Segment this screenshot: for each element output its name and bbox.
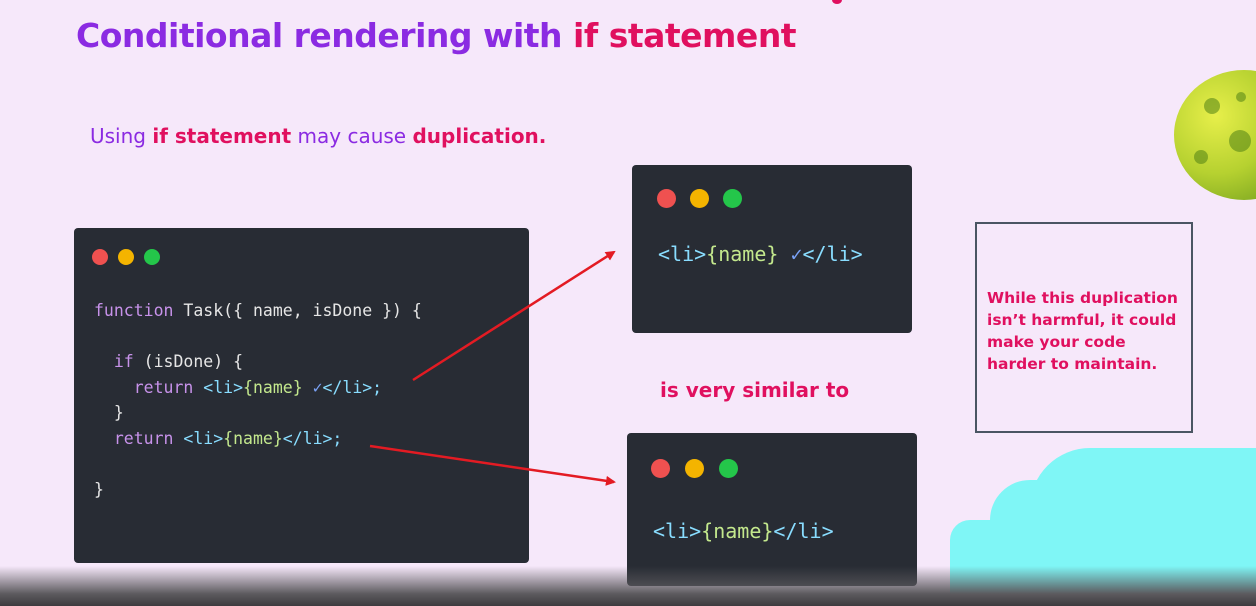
page-title: Conditional rendering with if statement <box>76 16 797 55</box>
bottom-shade <box>0 566 1256 606</box>
window-minimize-dot-icon <box>690 189 709 208</box>
title-highlight: if statement <box>573 16 797 55</box>
window-minimize-dot-icon <box>685 459 704 478</box>
code-line: if (isDone) { <box>113 352 244 372</box>
subtitle-highlight: if statement <box>152 124 292 148</box>
window-maximize-dot-icon <box>723 189 742 208</box>
window-controls <box>651 459 738 478</box>
note-text: While this duplication isn’t harmful, it… <box>987 289 1178 373</box>
note-box: While this duplication isn’t harmful, it… <box>975 222 1193 433</box>
window-close-dot-icon <box>92 249 108 265</box>
code-snippet-plain: <li>{name}</li> <box>653 519 834 543</box>
subtitle: Using if statement may cause duplication… <box>90 124 546 148</box>
title-text: Conditional rendering with <box>76 16 574 55</box>
code-snippet-with-check: <li>{name} ✓</li> <box>658 242 863 266</box>
subtitle-part: may cause <box>291 124 413 148</box>
window-close-dot-icon <box>657 189 676 208</box>
code-window-with-check: <li>{name} ✓</li> <box>632 165 912 333</box>
comparison-label: is very similar to <box>660 378 850 402</box>
window-controls <box>92 249 160 265</box>
decorative-dot <box>832 0 842 4</box>
window-maximize-dot-icon <box>719 459 738 478</box>
window-controls <box>657 189 742 208</box>
code-window-plain: <li>{name}</li> <box>627 433 917 586</box>
code-line: function Task({ name, isDone }) { <box>94 301 422 320</box>
code-window-main: function Task({ name, isDone }) { if (is… <box>74 228 529 563</box>
code-line: return <li>{name} ✓</li>; <box>133 377 383 397</box>
code-line: } <box>94 480 104 500</box>
window-maximize-dot-icon <box>144 249 160 265</box>
subtitle-highlight: duplication <box>412 124 539 148</box>
subtitle-part: Using <box>90 124 153 148</box>
subtitle-part: . <box>538 124 547 148</box>
code-block-main: function Task({ name, isDone }) { if (is… <box>94 298 422 503</box>
window-minimize-dot-icon <box>118 249 134 265</box>
planet-icon <box>1174 70 1256 200</box>
code-line: return <li>{name}</li>; <box>113 428 343 448</box>
window-close-dot-icon <box>651 459 670 478</box>
code-line: } <box>113 403 124 423</box>
